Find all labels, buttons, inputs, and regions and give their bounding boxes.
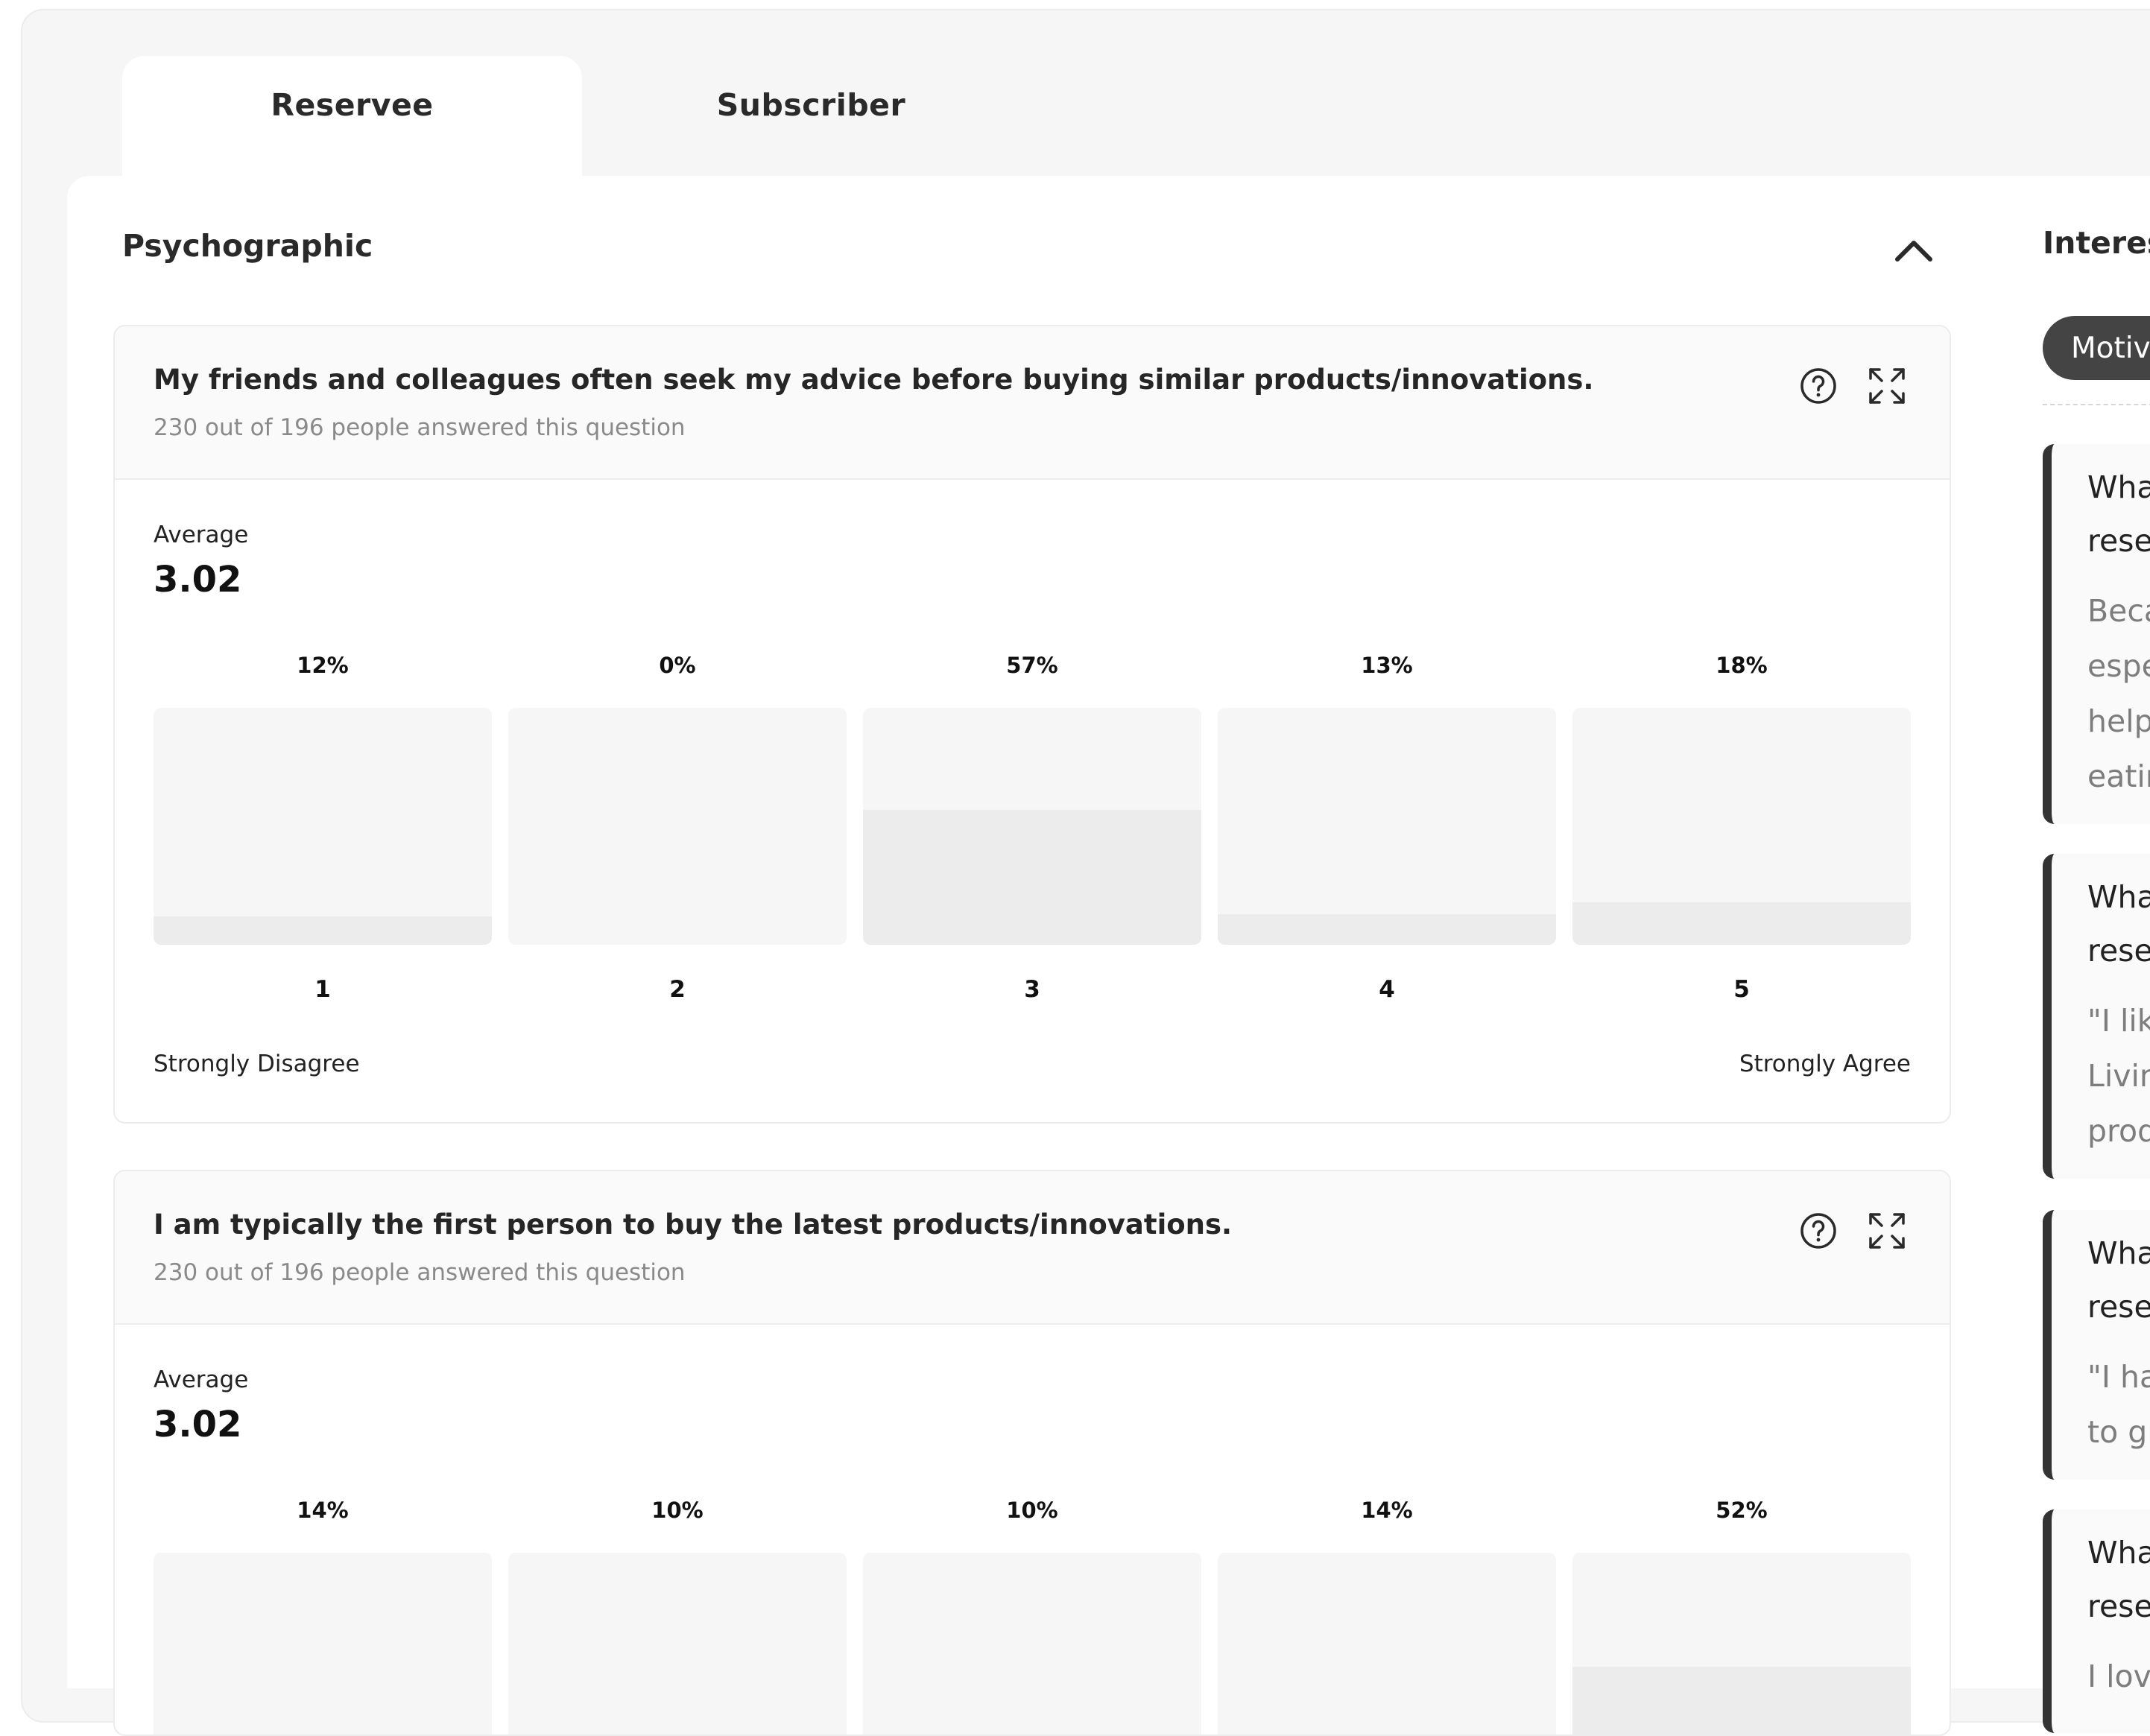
response-question: reser [2087, 933, 2150, 969]
response-card: Wha reser "I like Livin prod [2043, 854, 2150, 1179]
question-title: I am typically the first person to buy t… [154, 1208, 1233, 1241]
bar-fill [1218, 913, 1556, 945]
question-card: I am typically the first person to buy t… [113, 1170, 1951, 1736]
response-answer: "I like [2087, 1003, 2150, 1039]
bar-fill [154, 916, 492, 945]
scale-number: 1 [314, 976, 331, 1003]
response-bar [863, 708, 1201, 945]
response-bar [154, 1553, 492, 1735]
answered-count: 230 out of 196 people answered this ques… [154, 414, 686, 441]
scale-min-label: Strongly Disagree [154, 1051, 360, 1077]
question-title: My friends and colleagues often seek my … [154, 364, 1594, 396]
response-bar [508, 708, 847, 945]
side-section-title: Interes [2043, 225, 2150, 261]
response-question: Wha [2087, 879, 2150, 915]
average-label: Average [154, 522, 249, 548]
scale-number: 4 [1379, 976, 1395, 1003]
average-value: 3.02 [154, 1404, 242, 1445]
tab-reservee[interactable]: Reservee [122, 56, 582, 177]
bar-percent: 10% [651, 1498, 704, 1523]
response-card: Wha reser I love [2043, 1510, 2150, 1733]
response-answer: espe [2087, 648, 2150, 684]
scale-number: 3 [1024, 976, 1040, 1003]
divider [2043, 404, 2150, 405]
scale-max-label: Strongly Agree [1739, 1051, 1911, 1077]
response-question: Wha [2087, 469, 2150, 505]
tab-subscriber[interactable]: Subscriber [581, 56, 1041, 177]
response-answer: eatin [2087, 758, 2150, 794]
response-answer: Livin [2087, 1058, 2150, 1094]
response-bar [1572, 708, 1911, 945]
help-icon[interactable] [1799, 367, 1838, 405]
response-bar [154, 708, 492, 945]
bar-fill [1572, 1666, 1911, 1735]
filter-pill[interactable]: Motiv [2043, 316, 2150, 380]
average-value: 3.02 [154, 559, 242, 601]
question-card-header: I am typically the first person to buy t… [115, 1171, 1950, 1325]
response-question: Wha [2087, 1235, 2150, 1271]
average-label: Average [154, 1366, 249, 1393]
response-answer: "I hav [2087, 1359, 2150, 1395]
bar-fill [863, 809, 1201, 945]
response-bar [1218, 708, 1556, 945]
response-bar [1218, 1553, 1556, 1735]
answered-count: 230 out of 196 people answered this ques… [154, 1259, 686, 1286]
bar-percent: 13% [1361, 653, 1413, 678]
section-title: Psychographic [122, 228, 373, 264]
response-answer: to gr [2087, 1414, 2150, 1450]
bar-percent: 14% [297, 1498, 349, 1523]
scale-number: 5 [1733, 976, 1750, 1003]
response-question: reser [2087, 523, 2150, 559]
response-answer: Beca [2087, 593, 2150, 629]
response-answer: prod [2087, 1113, 2150, 1149]
bar-percent: 12% [297, 653, 349, 678]
response-bar [863, 1553, 1201, 1735]
response-card: Wha reser "I hav to gr [2043, 1210, 2150, 1480]
bar-percent: 14% [1361, 1498, 1413, 1523]
bar-percent: 0% [659, 653, 696, 678]
response-question: reser [2087, 1588, 2150, 1624]
scale-number: 2 [669, 976, 686, 1003]
response-question: reser [2087, 1289, 2150, 1325]
help-icon[interactable] [1799, 1211, 1838, 1250]
expand-icon[interactable] [1868, 1211, 1906, 1250]
expand-icon[interactable] [1868, 367, 1906, 405]
response-answer: help [2087, 703, 2150, 739]
response-card: Wha reser Beca espe help eatin [2043, 444, 2150, 824]
response-answer: I love [2087, 1659, 2150, 1694]
bar-percent: 18% [1716, 653, 1768, 678]
response-bar [508, 1553, 847, 1735]
response-question: Wha [2087, 1535, 2150, 1571]
chevron-up-icon[interactable] [1891, 232, 1936, 267]
bar-percent: 10% [1006, 1498, 1058, 1523]
bar-percent: 52% [1716, 1498, 1768, 1523]
response-bar [1572, 1553, 1911, 1735]
bar-fill [1572, 902, 1911, 945]
bar-percent: 57% [1006, 653, 1058, 678]
question-card-header: My friends and colleagues often seek my … [115, 326, 1950, 480]
question-card: My friends and colleagues often seek my … [113, 325, 1951, 1124]
